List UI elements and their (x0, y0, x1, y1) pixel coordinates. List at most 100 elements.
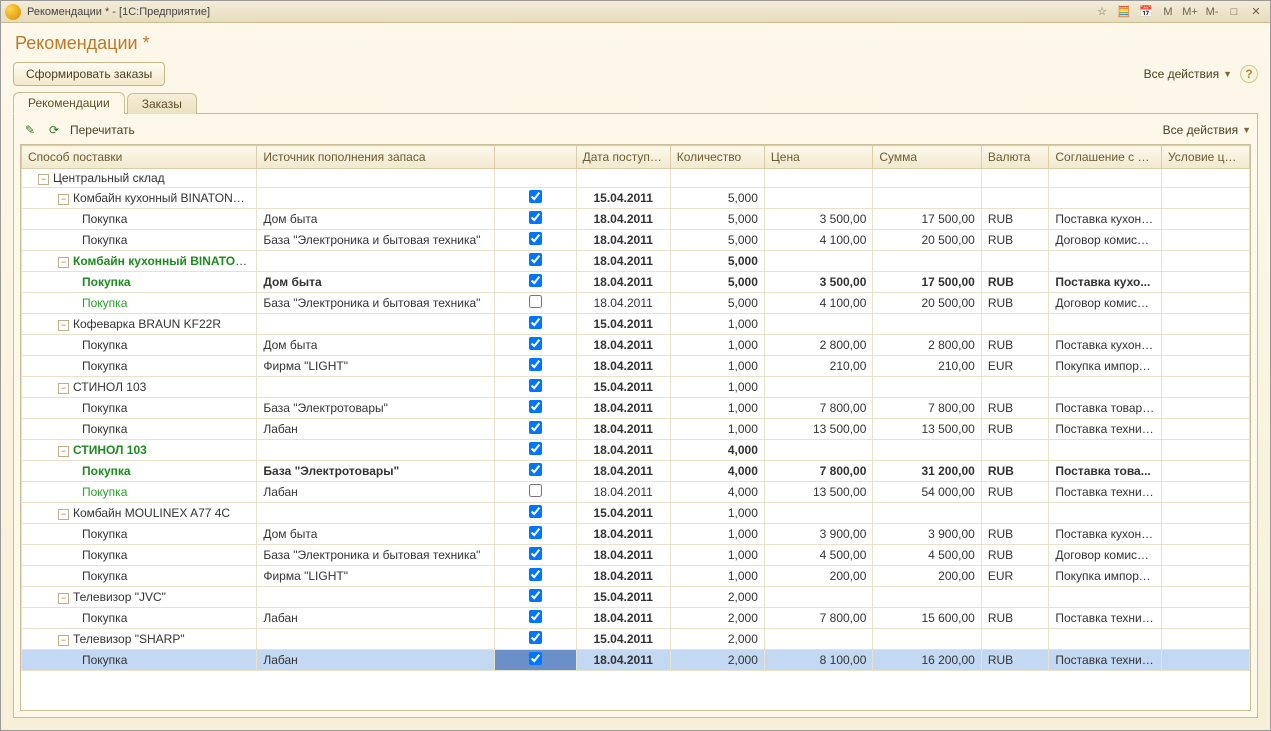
col-check[interactable] (494, 146, 576, 169)
row-checkbox[interactable] (529, 610, 542, 623)
tree-collapse-icon[interactable]: − (58, 446, 69, 457)
tree-collapse-icon[interactable]: − (58, 383, 69, 394)
table-row[interactable]: −СТИНОЛ 10315.04.20111,000 (22, 377, 1250, 398)
table-row[interactable]: −Кофеварка BRAUN KF22R15.04.20111,000 (22, 314, 1250, 335)
row-checkbox[interactable] (529, 526, 542, 539)
table-row[interactable]: ПокупкаЛабан18.04.20112,0008 100,0016 20… (22, 650, 1250, 671)
qty-cell: 1,000 (670, 356, 764, 377)
table-row[interactable]: ПокупкаЛабан18.04.20114,00013 500,0054 0… (22, 482, 1250, 503)
table-row[interactable]: −Телевизор "SHARP"15.04.20112,000 (22, 629, 1250, 650)
all-actions-button[interactable]: Все действия ▼ (1144, 67, 1232, 81)
currency-cell: RUB (981, 398, 1049, 419)
row-checkbox[interactable] (529, 442, 542, 455)
agreement-cell: Поставка това... (1049, 461, 1162, 482)
refresh-icon[interactable]: ⟳ (44, 120, 64, 140)
tree-collapse-icon[interactable]: − (58, 593, 69, 604)
qty-cell: 1,000 (670, 503, 764, 524)
col-delivery[interactable]: Способ поставки (22, 146, 257, 169)
tree-collapse-icon[interactable]: − (58, 509, 69, 520)
row-checkbox[interactable] (529, 421, 542, 434)
window-title: Рекомендации * - [1С:Предприятие] (27, 6, 1090, 18)
row-checkbox[interactable] (529, 568, 542, 581)
row-checkbox[interactable] (529, 400, 542, 413)
tool-maximize-icon[interactable]: □ (1224, 4, 1244, 20)
table-row[interactable]: −Комбайн MOULINEX A77 4C15.04.20111,000 (22, 503, 1250, 524)
grid[interactable]: Способ поставки Источник пополнения запа… (20, 144, 1251, 711)
table-row[interactable]: ПокупкаДом быта18.04.20115,0003 500,0017… (22, 209, 1250, 230)
help-button[interactable]: ? (1240, 65, 1258, 83)
table-row[interactable]: −Центральный склад (22, 169, 1250, 188)
table-row[interactable]: ПокупкаБаза "Электротовары"18.04.20111,0… (22, 398, 1250, 419)
row-checkbox[interactable] (529, 631, 542, 644)
agreement-cell: Поставка товаров (1049, 398, 1162, 419)
table-row[interactable]: ПокупкаФирма "LIGHT"18.04.20111,000210,0… (22, 356, 1250, 377)
row-checkbox[interactable] (529, 505, 542, 518)
col-sum[interactable]: Сумма (873, 146, 981, 169)
col-agreement[interactable]: Соглашение с пос... (1049, 146, 1162, 169)
row-checkbox[interactable] (529, 337, 542, 350)
table-row[interactable]: −Телевизор "JVC"15.04.20112,000 (22, 587, 1250, 608)
price-cell (764, 314, 872, 335)
tool-mminus-icon[interactable]: M- (1202, 4, 1222, 20)
table-row[interactable]: ПокупкаБаза "Электроника и бытовая техни… (22, 293, 1250, 314)
row-checkbox[interactable] (529, 253, 542, 266)
row-checkbox[interactable] (529, 589, 542, 602)
col-qty[interactable]: Количество (670, 146, 764, 169)
tool-favorite-icon[interactable]: ☆ (1092, 4, 1112, 20)
date-cell: 18.04.2011 (576, 608, 670, 629)
row-checkbox[interactable] (529, 463, 542, 476)
row-checkbox[interactable] (529, 358, 542, 371)
tool-calendar-icon[interactable]: 📅 (1136, 4, 1156, 20)
table-row[interactable]: ПокупкаФирма "LIGHT"18.04.20111,000200,0… (22, 566, 1250, 587)
delivery-text: Покупка (82, 569, 127, 583)
col-date[interactable]: Дата поступл... (576, 146, 670, 169)
tree-collapse-icon[interactable]: − (58, 320, 69, 331)
row-checkbox[interactable] (529, 190, 542, 203)
col-pricecond[interactable]: Условие цен... (1161, 146, 1249, 169)
row-checkbox[interactable] (529, 652, 542, 665)
generate-orders-button[interactable]: Сформировать заказы (13, 62, 165, 86)
date-cell: 18.04.2011 (576, 398, 670, 419)
table-row[interactable]: ПокупкаБаза "Электроника и бытовая техни… (22, 545, 1250, 566)
row-checkbox[interactable] (529, 232, 542, 245)
tool-mplus-icon[interactable]: M+ (1180, 4, 1200, 20)
row-checkbox[interactable] (529, 484, 542, 497)
tree-collapse-icon[interactable]: − (58, 257, 69, 268)
table-row[interactable]: −Комбайн кухонный BINATON...18.04.20115,… (22, 251, 1250, 272)
col-source[interactable]: Источник пополнения запаса (257, 146, 494, 169)
currency-cell (981, 314, 1049, 335)
row-checkbox[interactable] (529, 316, 542, 329)
tool-m-icon[interactable]: M (1158, 4, 1178, 20)
currency-cell (981, 587, 1049, 608)
delivery-text: Покупка (82, 401, 127, 415)
tree-collapse-icon[interactable]: − (38, 174, 49, 185)
tab-orders[interactable]: Заказы (127, 93, 197, 114)
table-row[interactable]: ПокупкаДом быта18.04.20111,0003 900,003 … (22, 524, 1250, 545)
tree-collapse-icon[interactable]: − (58, 194, 69, 205)
row-checkbox[interactable] (529, 274, 542, 287)
table-row[interactable]: ПокупкаЛабан18.04.20111,00013 500,0013 5… (22, 419, 1250, 440)
edit-icon[interactable]: ✎ (20, 120, 40, 140)
row-checkbox[interactable] (529, 379, 542, 392)
source-cell (257, 629, 494, 650)
tab-recommendations[interactable]: Рекомендации (13, 92, 125, 114)
row-checkbox[interactable] (529, 295, 542, 308)
tree-collapse-icon[interactable]: − (58, 635, 69, 646)
qty-cell: 1,000 (670, 398, 764, 419)
reread-button[interactable]: Перечитать (70, 123, 135, 137)
check-cell (494, 545, 576, 566)
row-checkbox[interactable] (529, 547, 542, 560)
tool-close-icon[interactable]: ✕ (1246, 4, 1266, 20)
tool-calc-icon[interactable]: 🧮 (1114, 4, 1134, 20)
table-row[interactable]: −Комбайн кухонный BINATONE FP 6715.04.20… (22, 188, 1250, 209)
col-currency[interactable]: Валюта (981, 146, 1049, 169)
col-price[interactable]: Цена (764, 146, 872, 169)
row-checkbox[interactable] (529, 211, 542, 224)
table-row[interactable]: ПокупкаЛабан18.04.20112,0007 800,0015 60… (22, 608, 1250, 629)
panel-all-actions-button[interactable]: Все действия ▼ (1163, 123, 1251, 137)
table-row[interactable]: ПокупкаБаза "Электротовары"18.04.20114,0… (22, 461, 1250, 482)
table-row[interactable]: −СТИНОЛ 10318.04.20114,000 (22, 440, 1250, 461)
table-row[interactable]: ПокупкаДом быта18.04.20115,0003 500,0017… (22, 272, 1250, 293)
table-row[interactable]: ПокупкаДом быта18.04.20111,0002 800,002 … (22, 335, 1250, 356)
table-row[interactable]: ПокупкаБаза "Электроника и бытовая техни… (22, 230, 1250, 251)
